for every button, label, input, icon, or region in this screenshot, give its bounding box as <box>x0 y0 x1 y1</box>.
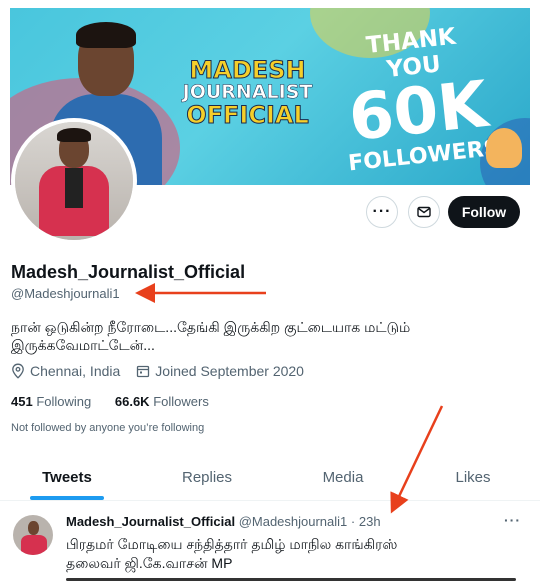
following-label: Following <box>36 394 92 409</box>
tweet-header: Madesh_Journalist_Official @Madeshjourna… <box>66 514 381 529</box>
calendar-icon <box>137 365 150 378</box>
display-name: Madesh_Journalist_Official <box>11 262 246 282</box>
banner-title-line1: MADESH <box>189 56 306 84</box>
tweet-text-line: பிரதமர் மோடியை சந்தித்தார் தமிழ் மாநில க… <box>66 536 398 552</box>
tweet-timestamp[interactable]: 23h <box>359 514 381 529</box>
tab-label: Likes <box>455 469 491 486</box>
tweet-text: பிரதமர் மோடியை சந்தித்தார் தமிழ் மாநில க… <box>66 535 506 573</box>
joined-text: Joined September 2020 <box>155 363 304 379</box>
user-handle: @Madeshjournali1 <box>11 286 120 301</box>
banner-title-line2: JOURNALIST <box>182 81 313 104</box>
follow-button[interactable]: Follow <box>448 196 520 228</box>
tweet-separator: · <box>350 514 356 529</box>
tab-label: Media <box>322 469 364 486</box>
tweet-text-line: தலைவர் ஜி.கே.வாசன் MP <box>66 555 233 571</box>
tab-label: Tweets <box>42 469 92 486</box>
tab-label: Replies <box>181 469 233 486</box>
location-text: Chennai, India <box>30 363 121 379</box>
tab-media[interactable]: Media <box>306 458 380 500</box>
active-tab-indicator <box>30 496 104 500</box>
not-followed-notice: Not followed by anyone you’re following <box>11 422 205 434</box>
following-count: 451 <box>11 394 33 409</box>
followers-link[interactable]: 66.6K Followers <box>115 394 209 409</box>
tab-tweets[interactable]: Tweets <box>30 458 104 500</box>
banner-thank-you: THANK YOU 60K FOLLOWERS <box>335 21 501 177</box>
tweet-author-avatar[interactable] <box>13 515 53 555</box>
profile-bio: நான் ஒடுகின்ற நீரோடை...தேங்கி இருக்கிற க… <box>11 318 481 354</box>
banner-title-line3: OFFICIAL <box>186 101 310 130</box>
followers-count: 66.6K <box>114 394 150 409</box>
bio-line: இருக்கவேமாட்டேன்... <box>11 337 155 353</box>
tab-replies[interactable]: Replies <box>170 458 244 500</box>
banner-title: MADESH JOURNALIST OFFICIAL <box>180 56 315 130</box>
tweet-more-button[interactable]: ··· <box>504 512 521 528</box>
follow-counts: 451 Following 66.6K Followers <box>11 394 209 409</box>
profile-tabs: Tweets Replies Media Likes <box>0 458 540 501</box>
followers-label: Followers <box>153 394 209 409</box>
more-icon: ··· <box>372 203 392 220</box>
profile-joined: Joined September 2020 <box>136 363 304 379</box>
tweet-author-handle[interactable]: @Madeshjournali1 <box>239 514 348 529</box>
more-options-button[interactable]: ··· <box>366 196 398 228</box>
following-link[interactable]: 451 Following <box>11 394 91 409</box>
tab-likes[interactable]: Likes <box>436 458 510 500</box>
tweet-author-name[interactable]: Madesh_Journalist_Official <box>66 514 235 529</box>
message-button[interactable] <box>408 196 440 228</box>
mail-icon <box>417 206 431 218</box>
bio-line: நான் ஒடுகின்ற நீரோடை...தேங்கி இருக்கிற க… <box>11 319 411 335</box>
folded-hands-icon <box>486 128 522 168</box>
location-pin-icon <box>12 363 24 379</box>
profile-avatar[interactable] <box>11 118 137 244</box>
profile-location: Chennai, India <box>11 363 120 379</box>
profile-meta: Chennai, India Joined September 2020 <box>11 363 320 379</box>
